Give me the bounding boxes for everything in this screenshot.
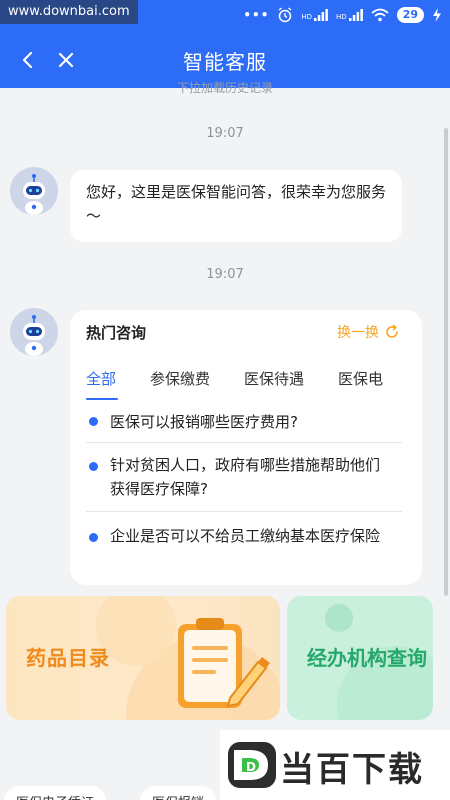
back-icon[interactable]	[14, 46, 42, 74]
signal-1: HD	[301, 9, 328, 21]
question-text: 医保可以报销哪些医疗费用?	[110, 413, 298, 431]
bot-message-bubble: 您好，这里是医保智能问答，很荣幸为您服务～	[70, 170, 402, 242]
refresh-icon	[386, 324, 398, 338]
charging-icon	[433, 8, 441, 22]
battery-indicator: 29	[396, 7, 424, 23]
drug-catalog-tile[interactable]: 药品目录	[6, 596, 280, 720]
bullet-dot	[89, 533, 98, 542]
tab-contribution[interactable]: 参保缴费	[150, 368, 210, 400]
alarm-icon	[278, 7, 292, 23]
signal-2: HD	[336, 9, 363, 21]
tab-e-services[interactable]: 医保电	[338, 368, 383, 400]
bot-avatar	[10, 167, 58, 215]
tile-label: 药品目录	[26, 646, 110, 670]
top-bar: www.downbai.com ••• HD HD 29 智能客服	[0, 0, 450, 88]
watermark: www.downbai.com	[0, 0, 138, 24]
wifi-icon	[371, 8, 389, 22]
scrollbar[interactable]	[444, 128, 448, 596]
question-text: 针对贫困人口，政府有哪些措施帮助他们获得医疗保障?	[110, 456, 381, 498]
quick-pill[interactable]: 医保报销	[140, 786, 217, 800]
signal-icon	[348, 9, 363, 21]
question-item[interactable]: 针对贫困人口，政府有哪些措施帮助他们获得医疗保障?	[86, 443, 402, 512]
tab-all[interactable]: 全部	[86, 368, 119, 400]
category-tabs: 全部 参保缴费 医保待遇 医保电	[86, 368, 422, 400]
hot-questions-title: 热门咨询	[86, 324, 147, 342]
robot-icon	[10, 308, 58, 356]
history-hint-text: 下拉加载历史记录	[176, 81, 273, 94]
brand-logo-letter: D	[246, 760, 256, 774]
history-hint[interactable]: 下拉加载历史记录	[0, 80, 450, 94]
bot-message-text: 您好，这里是医保智能问答，很荣幸为您服务～	[86, 183, 387, 225]
signal-icon	[314, 9, 328, 21]
agency-query-tile[interactable]: 经办机构查询	[287, 596, 433, 720]
bot-avatar	[10, 308, 58, 356]
tile-label: 经办机构查询	[307, 646, 427, 670]
bullet-dot	[89, 417, 98, 426]
close-icon[interactable]	[52, 46, 80, 74]
robot-icon	[10, 167, 58, 215]
brand-text: 当百下载	[280, 750, 424, 790]
quick-pill[interactable]: 医保电子凭证	[4, 786, 107, 800]
bullet-dot	[89, 462, 98, 471]
refresh-button[interactable]: 换一换	[337, 322, 400, 342]
signal-1-label: HD	[301, 13, 313, 21]
question-item[interactable]: 医保可以报销哪些医疗费用?	[86, 408, 402, 443]
tab-benefits[interactable]: 医保待遇	[244, 368, 304, 400]
question-text: 企业是否可以不给员工缴纳基本医疗保险	[110, 527, 381, 545]
signal-2-label: HD	[336, 13, 347, 21]
message-time: 19:07	[206, 267, 244, 282]
refresh-label: 换一换	[337, 325, 379, 341]
message-time: 19:07	[206, 126, 244, 141]
nav-bar: 智能客服	[0, 40, 450, 80]
status-icons: ••• HD HD 29	[243, 4, 442, 26]
clipboard-icon	[178, 618, 270, 708]
question-item[interactable]: 企业是否可以不给员工缴纳基本医疗保险	[86, 512, 402, 554]
question-list: 医保可以报销哪些医疗费用? 针对贫困人口，政府有哪些措施帮助他们获得医疗保障? …	[86, 408, 402, 554]
hot-questions-card: 热门咨询 换一换 全部 参保缴费 医保待遇 医保电 医保可以报销哪些医疗费用? 针对贫…	[70, 310, 422, 585]
notification-dots: •••	[243, 8, 270, 22]
brand-watermark: D 当百下载	[220, 730, 450, 800]
brand-logo: D	[228, 742, 276, 788]
